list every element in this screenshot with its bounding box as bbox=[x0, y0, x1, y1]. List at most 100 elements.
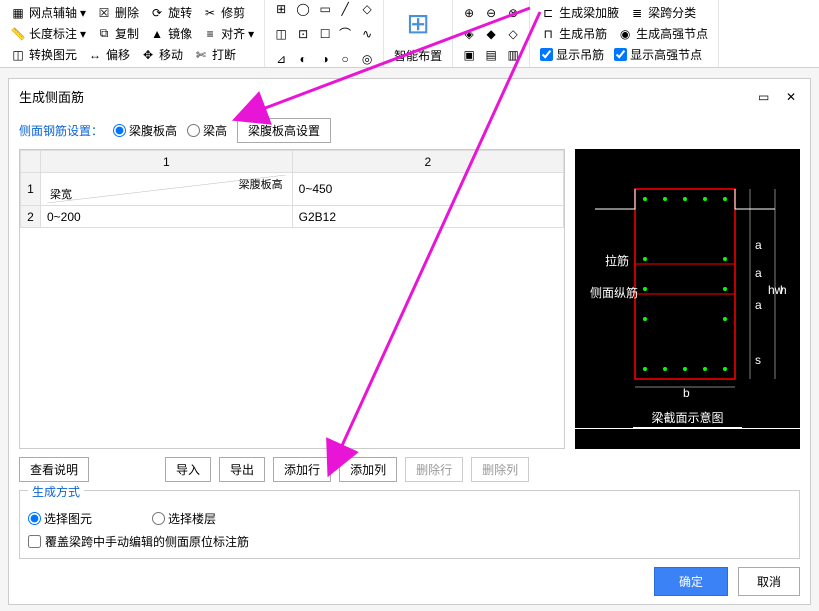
import-button[interactable]: 导入 bbox=[165, 457, 211, 482]
side-rebar-setting-row: 侧面钢筋设置： 梁腹板高 梁高 梁腹板高设置 bbox=[19, 112, 800, 149]
add-row-button[interactable]: 添加行 bbox=[273, 457, 331, 482]
ribbon-smart-layout[interactable]: ⊞ 智能布置 bbox=[392, 3, 444, 65]
ribbon-gen-beam-haunch[interactable]: ⊏生成梁加腋 bbox=[538, 3, 621, 22]
radio-beam-height[interactable]: 梁高 bbox=[187, 122, 227, 139]
radio-select-element[interactable]: 选择图元 bbox=[28, 510, 92, 527]
ribbon-delete[interactable]: ☒删除 bbox=[94, 3, 141, 22]
table-cell[interactable]: G2B12 bbox=[292, 206, 563, 228]
tool-icon[interactable]: ▥ bbox=[505, 47, 521, 63]
svg-text:b: b bbox=[683, 386, 690, 400]
break-icon: ✄ bbox=[193, 47, 209, 63]
del-row-button[interactable]: 删除行 bbox=[405, 457, 463, 482]
row-num[interactable]: 2 bbox=[21, 206, 41, 228]
tool-icon[interactable]: ⊡ bbox=[295, 26, 311, 42]
ok-button[interactable]: 确定 bbox=[654, 567, 728, 596]
close-icon[interactable]: ✕ bbox=[786, 90, 800, 104]
overwrite-checkbox-label[interactable]: 覆盖梁跨中手动编辑的侧面原位标注筋 bbox=[28, 533, 791, 550]
table-cell[interactable]: 0~450 bbox=[292, 173, 563, 206]
dialog-title: 生成侧面筋 bbox=[19, 87, 84, 106]
tool-icon[interactable]: ⊿ bbox=[273, 51, 289, 67]
delete-icon: ☒ bbox=[96, 5, 112, 21]
rotate-icon: ⟳ bbox=[149, 5, 165, 21]
tool-icon[interactable]: ⊞ bbox=[273, 1, 289, 17]
ribbon-beam-span-classify[interactable]: ≣梁跨分类 bbox=[627, 3, 698, 22]
tool-icon[interactable]: ◑ bbox=[317, 51, 333, 67]
tool-icon[interactable]: ☐ bbox=[317, 26, 333, 42]
setting-label: 侧面钢筋设置： bbox=[19, 122, 103, 139]
ribbon-show-hsnode[interactable]: 显示高强节点 bbox=[612, 45, 704, 64]
ribbon-break[interactable]: ✄打断 bbox=[191, 45, 238, 64]
ribbon-gen-hsnode[interactable]: ◉生成高强节点 bbox=[615, 24, 710, 43]
ribbon-rotate[interactable]: ⟳旋转 bbox=[147, 3, 194, 22]
radio-select-floor[interactable]: 选择楼层 bbox=[152, 510, 216, 527]
copy-icon: ⧉ bbox=[96, 26, 112, 42]
section-diagram: 拉筋 侧面纵筋 a a hw a h s b bbox=[575, 149, 800, 449]
trim-icon: ✂ bbox=[202, 5, 218, 21]
preview-caption: 梁截面示意图 bbox=[575, 409, 800, 429]
ribbon-trim[interactable]: ✂修剪 bbox=[200, 3, 247, 22]
ribbon-gen-stirrup[interactable]: ⊓生成吊筋 bbox=[538, 24, 609, 43]
row-num[interactable]: 1 bbox=[21, 173, 41, 206]
label-tie-bar: 拉筋 bbox=[605, 253, 629, 268]
export-button[interactable]: 导出 bbox=[219, 457, 265, 482]
rebar-table[interactable]: 1 2 1 梁腹板高梁宽 0~450 2 0~200 G2B12 bbox=[19, 149, 565, 449]
svg-text:a: a bbox=[755, 266, 762, 280]
ribbon-length-dim[interactable]: 📏长度标注▾ bbox=[8, 24, 88, 43]
tool-icon[interactable]: ◯ bbox=[295, 1, 311, 17]
overwrite-checkbox[interactable] bbox=[28, 535, 41, 548]
tool-icon[interactable]: ◇ bbox=[505, 26, 521, 42]
radio-web-height[interactable]: 梁腹板高 bbox=[113, 122, 177, 139]
table-cell[interactable]: 0~200 bbox=[41, 206, 293, 228]
ribbon-mirror[interactable]: ▲镜像 bbox=[147, 24, 194, 43]
table-toolbar: 查看说明 导入 导出 添加行 添加列 删除行 删除列 bbox=[19, 449, 800, 490]
ribbon-show-stirrup[interactable]: 显示吊筋 bbox=[538, 45, 606, 64]
offset-icon: ↔ bbox=[87, 47, 103, 63]
classify-icon: ≣ bbox=[629, 5, 645, 21]
ribbon-align[interactable]: ≡对齐▾ bbox=[200, 24, 256, 43]
section-preview: 拉筋 侧面纵筋 a a hw a h s b 梁截面示意图 bbox=[575, 149, 800, 449]
fieldset-legend: 生成方式 bbox=[28, 483, 84, 500]
align-icon: ≡ bbox=[202, 26, 218, 42]
col-header-1[interactable]: 1 bbox=[41, 151, 293, 173]
dialog-generate-side-rebar: 生成侧面筋 ▭ ✕ 侧面钢筋设置： 梁腹板高 梁高 梁腹板高设置 1 2 1 梁… bbox=[8, 78, 811, 605]
ruler-icon: 📏 bbox=[10, 26, 26, 42]
tool-icon[interactable]: ○ bbox=[337, 51, 353, 67]
web-height-config-button[interactable]: 梁腹板高设置 bbox=[237, 118, 331, 143]
tool-icon[interactable]: ◆ bbox=[483, 26, 499, 42]
tool-icon[interactable]: ▤ bbox=[483, 47, 499, 63]
beam-icon: ⊏ bbox=[540, 5, 556, 21]
tool-icon[interactable]: ⊖ bbox=[483, 5, 499, 21]
ribbon-grid-aux-axis[interactable]: ▦网点辅轴▾ bbox=[8, 3, 88, 22]
convert-icon: ◫ bbox=[10, 47, 26, 63]
tool-icon[interactable]: ◎ bbox=[359, 51, 375, 67]
tool-icon[interactable]: ▣ bbox=[461, 47, 477, 63]
minimize-icon[interactable]: ▭ bbox=[758, 90, 772, 104]
tool-icon[interactable]: ╱ bbox=[337, 1, 353, 17]
tool-icon[interactable]: ◫ bbox=[273, 26, 289, 42]
chevron-down-icon: ▾ bbox=[80, 27, 86, 41]
tool-icon[interactable]: ◐ bbox=[295, 51, 311, 67]
tool-icon[interactable]: ⊕ bbox=[461, 5, 477, 21]
tool-icon[interactable]: ⌒ bbox=[337, 26, 353, 42]
stirrup-icon: ⊓ bbox=[540, 26, 556, 42]
view-description-button[interactable]: 查看说明 bbox=[19, 457, 89, 482]
smart-layout-icon: ⊞ bbox=[398, 4, 438, 44]
add-col-button[interactable]: 添加列 bbox=[339, 457, 397, 482]
show-hsnode-checkbox[interactable] bbox=[614, 48, 627, 61]
tool-icon[interactable]: ◈ bbox=[461, 26, 477, 42]
ribbon-move[interactable]: ✥移动 bbox=[138, 45, 185, 64]
ribbon-convert-element[interactable]: ◫转换图元 bbox=[8, 45, 79, 64]
del-col-button[interactable]: 删除列 bbox=[471, 457, 529, 482]
label-side-long-bar: 侧面纵筋 bbox=[590, 285, 638, 300]
ribbon-offset[interactable]: ↔偏移 bbox=[85, 45, 132, 64]
dialog-titlebar: 生成侧面筋 ▭ ✕ bbox=[19, 87, 800, 112]
tool-icon[interactable]: ◇ bbox=[359, 1, 375, 17]
tool-icon[interactable]: ⊗ bbox=[505, 5, 521, 21]
cancel-button[interactable]: 取消 bbox=[738, 567, 800, 596]
show-stirrup-checkbox[interactable] bbox=[540, 48, 553, 61]
tool-icon[interactable]: ▭ bbox=[317, 1, 333, 17]
diag-header-cell: 梁腹板高梁宽 bbox=[41, 173, 293, 206]
tool-icon[interactable]: ∿ bbox=[359, 26, 375, 42]
col-header-2[interactable]: 2 bbox=[292, 151, 563, 173]
ribbon-copy[interactable]: ⧉复制 bbox=[94, 24, 141, 43]
